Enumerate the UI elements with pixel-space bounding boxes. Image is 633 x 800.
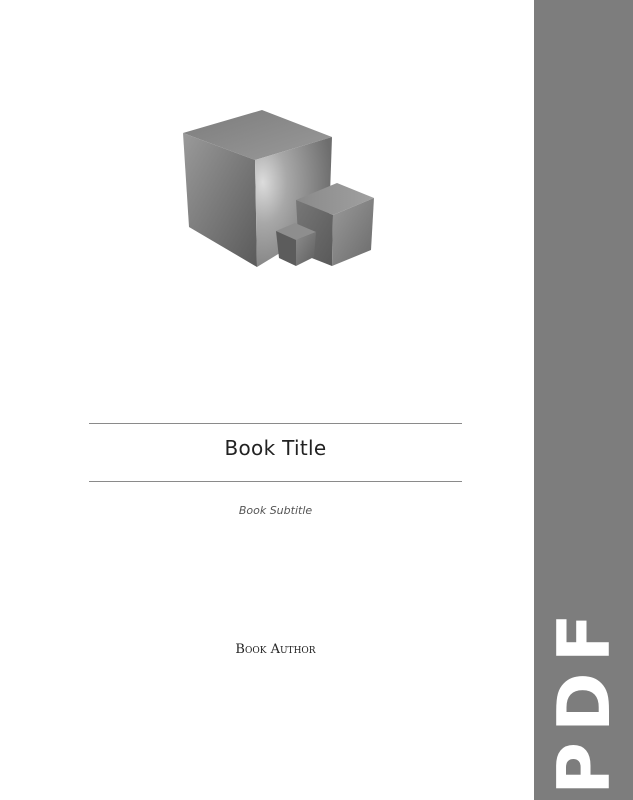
pdf-label: PDF <box>541 603 626 795</box>
book-title: Book Title <box>224 436 327 460</box>
pdf-side-band: PDF <box>534 0 633 800</box>
title-bottom-rule <box>89 481 462 482</box>
book-author: Book Author <box>235 642 316 657</box>
book-subtitle: Book Subtitle <box>238 504 313 517</box>
stacked-cubes-icon <box>175 105 380 275</box>
title-top-rule <box>89 423 462 424</box>
book-cover-page: Book Title Book Subtitle Book Author PDF <box>0 0 633 800</box>
